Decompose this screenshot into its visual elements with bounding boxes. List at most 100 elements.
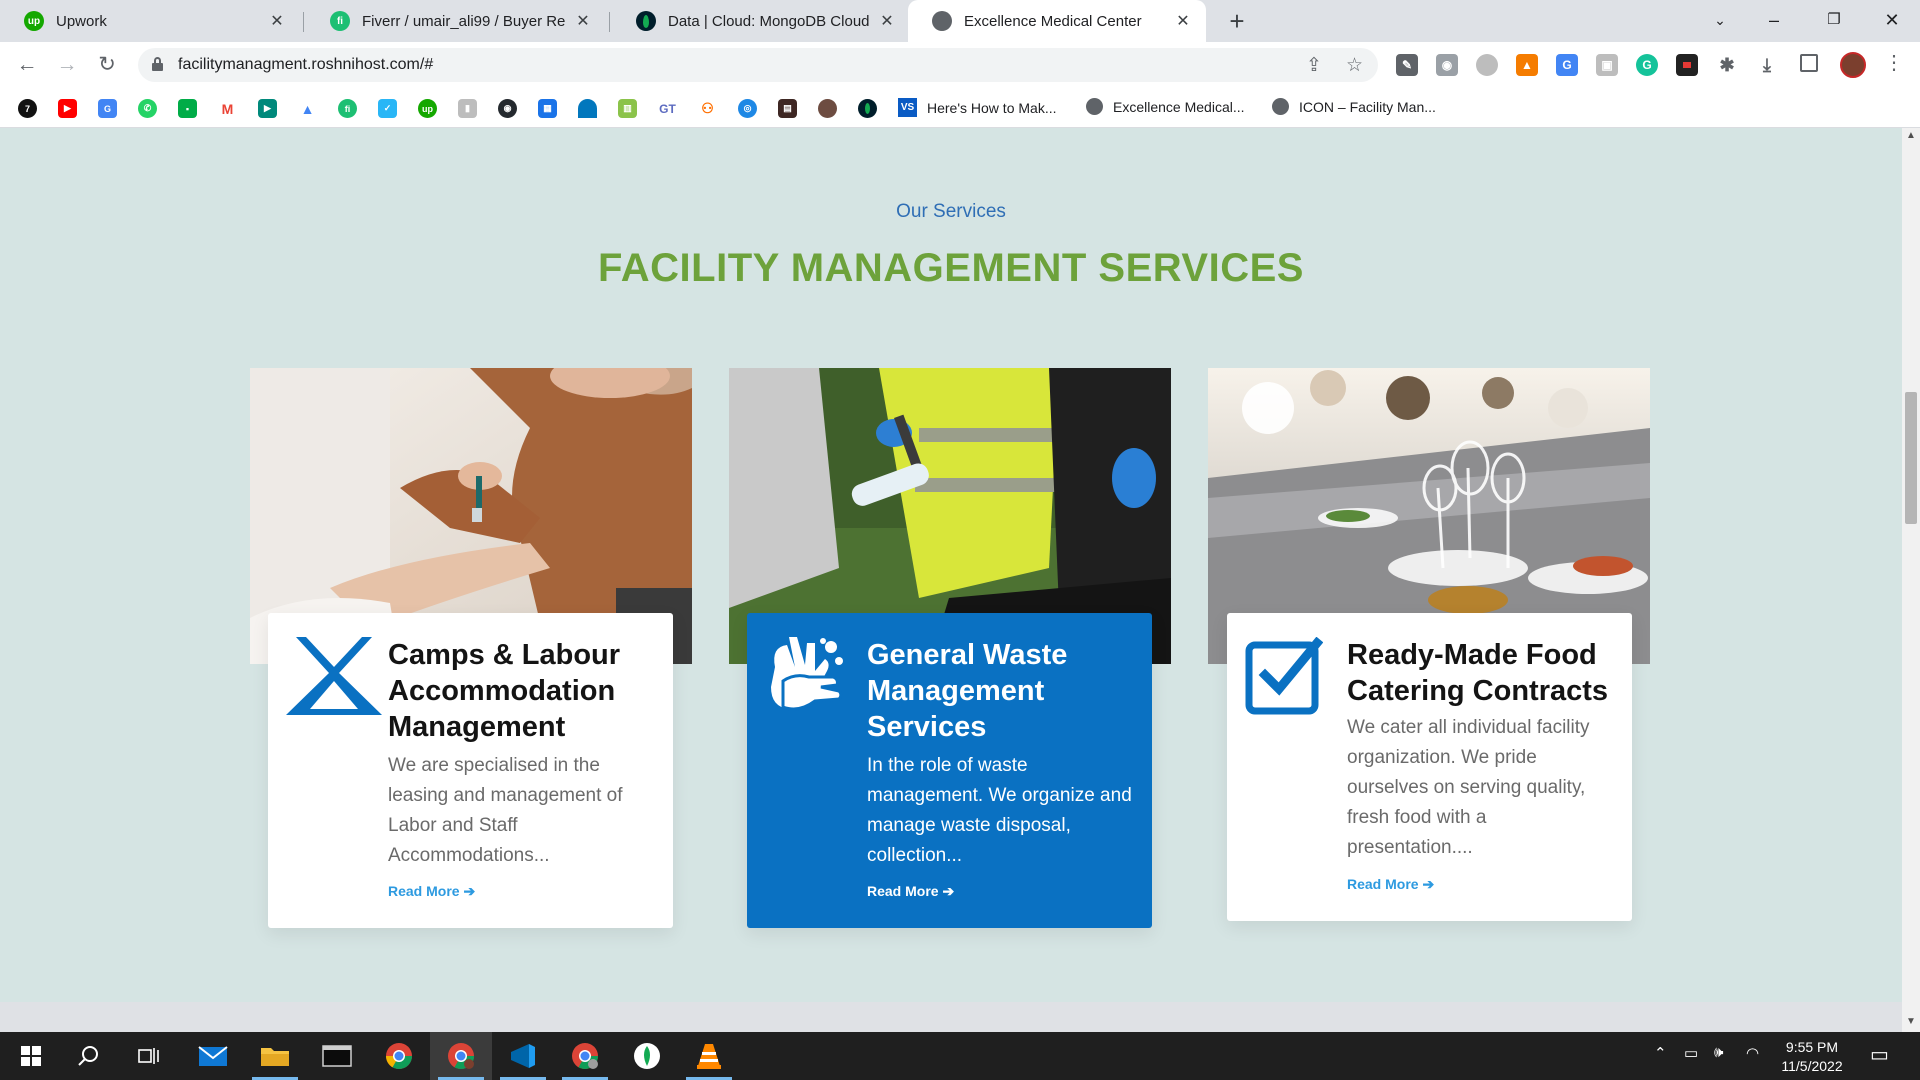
- extension-camera-icon[interactable]: ◉: [1436, 54, 1458, 76]
- card-description: In the role of waste management. We orga…: [867, 755, 1132, 866]
- close-window-button[interactable]: ✕: [1864, 0, 1920, 42]
- extension-bug-icon[interactable]: ▲: [1516, 54, 1538, 76]
- page-scrollbar[interactable]: ▲ ▼: [1902, 128, 1920, 1032]
- google-ads-icon[interactable]: ▲: [298, 99, 317, 118]
- tab-search-chevron-icon[interactable]: ⌄: [1692, 0, 1748, 42]
- gmail-icon[interactable]: M: [218, 99, 237, 118]
- bookmark-check-icon[interactable]: ✓: [378, 99, 397, 118]
- new-tab-button[interactable]: +: [1222, 6, 1252, 36]
- taskbar-file-explorer[interactable]: [244, 1032, 306, 1080]
- bookmark-eye-icon[interactable]: ◎: [738, 99, 757, 118]
- taskbar-chrome-profile[interactable]: [430, 1032, 492, 1080]
- scroll-up-icon[interactable]: ▲: [1906, 130, 1916, 141]
- bookmark-excellence-medical[interactable]: Excellence Medical...: [1086, 98, 1245, 115]
- arrow-right-icon: ➔: [1422, 876, 1435, 892]
- tab-mongodb[interactable]: Data | Cloud: MongoDB Cloud ✕: [612, 0, 910, 42]
- fiverr-icon: fi: [330, 11, 350, 31]
- start-button[interactable]: [0, 1032, 62, 1080]
- close-icon[interactable]: ✕: [268, 11, 286, 31]
- read-more-link[interactable]: Read More ➔: [388, 883, 475, 900]
- mongodb-icon[interactable]: [858, 99, 877, 118]
- minimize-button[interactable]: –: [1746, 0, 1802, 42]
- notifications-icon[interactable]: ▭: [1870, 1042, 1889, 1067]
- share-icon[interactable]: ⇪: [1306, 54, 1322, 77]
- scroll-down-icon[interactable]: ▼: [1906, 1016, 1916, 1027]
- bookmark-mug-icon[interactable]: ▮: [458, 99, 477, 118]
- bookmark-7-icon[interactable]: 7: [18, 99, 37, 118]
- taskbar-mongodb-compass[interactable]: [616, 1032, 678, 1080]
- google-meet-icon[interactable]: ▶: [258, 99, 277, 118]
- tab-upwork[interactable]: up Upwork ✕: [0, 0, 300, 42]
- taskbar-chrome[interactable]: [368, 1032, 430, 1080]
- bookmark-book-icon[interactable]: ▤: [778, 99, 797, 118]
- bookmark-icon-facility[interactable]: ICON – Facility Man...: [1272, 98, 1436, 115]
- section-eyebrow: Our Services: [896, 201, 1006, 222]
- system-clock[interactable]: 9:55 PM 11/5/2022: [1770, 1038, 1854, 1076]
- bookmark-figure-icon[interactable]: ⚇: [698, 99, 717, 118]
- search-button[interactable]: [58, 1032, 120, 1080]
- reload-button[interactable]: ↻: [92, 50, 122, 80]
- tent-icon: [286, 637, 382, 717]
- url-text[interactable]: facilitymanagment.roshnihost.com/#: [178, 56, 433, 74]
- gtmetrix-icon[interactable]: GT: [658, 99, 677, 118]
- tab-title: Upwork: [56, 12, 107, 30]
- taskbar-chrome-alt[interactable]: [554, 1032, 616, 1080]
- task-view-button[interactable]: [118, 1032, 180, 1080]
- extension-swirl-icon[interactable]: [1476, 54, 1498, 76]
- extension-eyedropper-icon[interactable]: ✎: [1396, 54, 1418, 76]
- service-card-waste[interactable]: General Waste Management Services In the…: [747, 613, 1152, 928]
- extension-video-icon[interactable]: [1676, 54, 1698, 76]
- bookmark-label: Excellence Medical...: [1113, 98, 1245, 115]
- taskbar-vlc[interactable]: [678, 1032, 740, 1080]
- taskbar-terminal[interactable]: [306, 1032, 368, 1080]
- scrollbar-thumb[interactable]: [1905, 392, 1917, 524]
- read-more-link[interactable]: Read More ➔: [867, 883, 954, 900]
- back-button[interactable]: ←: [12, 50, 42, 80]
- bookmark-chart-icon[interactable]: ▥: [618, 99, 637, 118]
- service-card-catering[interactable]: Ready-Made Food Catering Contracts We ca…: [1227, 613, 1632, 921]
- google-translate-icon[interactable]: G: [98, 99, 117, 118]
- google-chat-icon[interactable]: ▪: [178, 99, 197, 118]
- tab-title: Fiverr / umair_ali99 / Buyer Requ: [362, 12, 566, 30]
- fiverr-icon[interactable]: fi: [338, 99, 357, 118]
- upwork-icon[interactable]: up: [418, 99, 437, 118]
- volume-icon[interactable]: 🕪: [1714, 1044, 1723, 1061]
- download-icon[interactable]: ⤓: [1756, 54, 1778, 76]
- mail-icon: [198, 1046, 228, 1066]
- folder-icon: [261, 1048, 289, 1066]
- wifi-icon[interactable]: ◠: [1746, 1044, 1759, 1062]
- bookmark-how-to-make[interactable]: VS Here's How to Mak...: [898, 98, 1057, 117]
- bookmark-avatar-icon[interactable]: [818, 99, 837, 118]
- youtube-icon[interactable]: ▶: [58, 99, 77, 118]
- chevron-up-icon[interactable]: ⌃: [1654, 1044, 1667, 1062]
- battery-icon[interactable]: ▭: [1684, 1044, 1698, 1062]
- chrome-icon: [572, 1043, 599, 1070]
- extensions-puzzle-icon[interactable]: ✱: [1716, 54, 1738, 76]
- bookmark-star-icon[interactable]: ☆: [1346, 54, 1363, 77]
- extension-translate-icon[interactable]: G: [1556, 54, 1578, 76]
- read-more-link[interactable]: Read More ➔: [1347, 876, 1434, 893]
- restore-button[interactable]: ❐: [1806, 0, 1862, 42]
- github-icon[interactable]: ◉: [498, 99, 517, 118]
- taskbar-mail[interactable]: [182, 1032, 244, 1080]
- service-card-accommodation[interactable]: Camps & Labour Accommodation Management …: [268, 613, 673, 928]
- whatsapp-icon[interactable]: ✆: [138, 99, 157, 118]
- side-panel-icon[interactable]: [1800, 54, 1818, 72]
- tab-excellence-medical[interactable]: Excellence Medical Center ✕: [908, 0, 1206, 42]
- tab-fiverr[interactable]: fi Fiverr / umair_ali99 / Buyer Requ ✕: [306, 0, 606, 42]
- extension-clipboard-icon[interactable]: ▣: [1596, 54, 1618, 76]
- close-icon[interactable]: ✕: [1174, 11, 1192, 31]
- close-icon[interactable]: ✕: [574, 11, 592, 31]
- close-icon[interactable]: ✕: [878, 11, 896, 31]
- search-icon: [78, 1046, 98, 1066]
- bookmark-arc-icon[interactable]: [578, 99, 597, 118]
- arrow-right-icon: ➔: [942, 883, 955, 899]
- grammarly-icon[interactable]: G: [1636, 54, 1658, 76]
- profile-avatar[interactable]: [1840, 52, 1866, 78]
- forward-button[interactable]: →: [52, 50, 82, 80]
- apps-grid-icon[interactable]: ▦: [538, 99, 557, 118]
- clock-date: 11/5/2022: [1781, 1058, 1843, 1074]
- address-bar[interactable]: facilitymanagment.roshnihost.com/# ⇪ ☆: [138, 48, 1378, 82]
- taskbar-vscode[interactable]: [492, 1032, 554, 1080]
- menu-kebab-icon[interactable]: ⋮: [1884, 50, 1904, 75]
